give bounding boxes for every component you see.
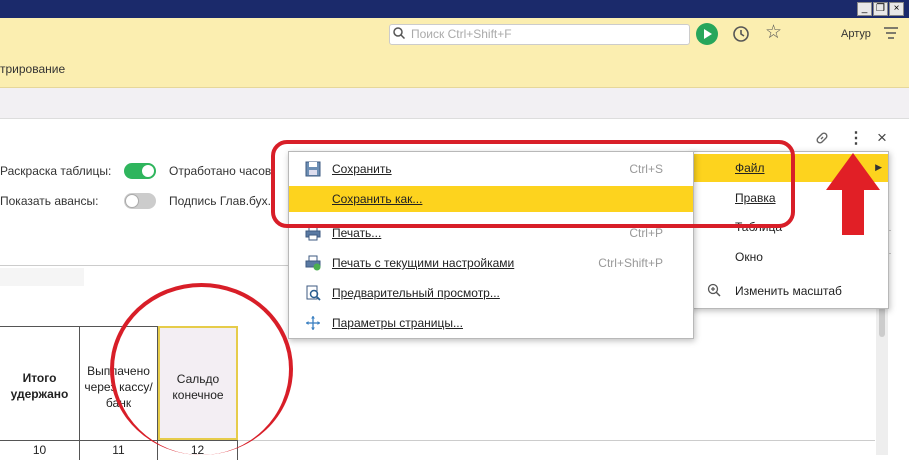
annotation-arrow-up-icon: [826, 153, 880, 235]
menu-item-shortcut: Ctrl+Shift+P: [598, 256, 663, 270]
history-icon[interactable]: [732, 25, 750, 43]
run-button[interactable]: [696, 23, 718, 45]
header-text: Итого удержано: [10, 371, 69, 401]
star-icon[interactable]: ☆: [765, 23, 782, 43]
hamburger-menu-icon[interactable]: [883, 26, 899, 40]
zoom-icon: [707, 283, 721, 297]
menu-item-window[interactable]: Окно: [691, 243, 888, 271]
menu-item-shortcut: Ctrl+P: [629, 226, 663, 240]
header-total-withheld[interactable]: Итого удержано: [0, 326, 80, 440]
minimize-button[interactable]: _: [857, 2, 872, 16]
annotation-circle: [110, 283, 293, 455]
column-number[interactable]: 11: [80, 440, 158, 460]
menu-item-label: Изменить масштаб: [735, 284, 842, 298]
preview-icon: [306, 285, 321, 301]
report-shaded-cell: [0, 268, 84, 286]
scrollbar-thumb[interactable]: [879, 307, 885, 337]
menu-item-label: Предварительный просмотр...: [332, 286, 500, 300]
worked-hours-label: Отработано часов:: [169, 164, 275, 178]
menu-item-label: Печать...: [332, 226, 382, 240]
column-number[interactable]: 10: [0, 440, 80, 460]
annotation-highlight-box: [271, 140, 795, 228]
form-header-bar: [0, 88, 909, 119]
restore-button[interactable]: ❐: [873, 2, 888, 16]
menu-item-preview[interactable]: Предварительный просмотр...: [289, 280, 693, 306]
search-icon: [393, 27, 405, 39]
window-title-bar: [0, 0, 909, 18]
close-window-button[interactable]: ×: [889, 2, 904, 16]
signature-label: Подпись Глав.бух.:: [169, 194, 275, 208]
user-name[interactable]: Артур: [841, 28, 871, 40]
menu-item-page-setup[interactable]: Параметры страницы...: [289, 310, 693, 336]
section-panel: [0, 51, 909, 88]
play-icon: [704, 29, 712, 39]
link-icon[interactable]: [814, 130, 830, 146]
menu-item-zoom[interactable]: Изменить масштаб: [691, 277, 888, 305]
menu-item-label: Печать с текущими настройками: [332, 256, 515, 270]
show-advances-label: Показать авансы:: [0, 194, 99, 208]
menu-item-print-current[interactable]: Печать с текущими настройками Ctrl+Shift…: [289, 250, 693, 276]
menu-item-label: Параметры страницы...: [332, 316, 463, 330]
menu-item-label: Окно: [735, 250, 763, 264]
grid-line: [238, 440, 875, 441]
show-advances-toggle[interactable]: [124, 193, 156, 209]
more-actions-icon[interactable]: ⋮: [848, 128, 864, 148]
printer-settings-icon: [305, 255, 321, 271]
close-form-icon[interactable]: ×: [877, 128, 887, 148]
toggle-knob: [141, 164, 155, 178]
move-arrows-icon: [306, 316, 320, 330]
coloring-label: Раскраска таблицы:: [0, 164, 112, 178]
section-link[interactable]: трирование: [0, 62, 65, 76]
toggle-knob: [125, 194, 139, 208]
coloring-toggle[interactable]: [124, 163, 156, 179]
search-placeholder: Поиск Ctrl+Shift+F: [411, 27, 512, 41]
